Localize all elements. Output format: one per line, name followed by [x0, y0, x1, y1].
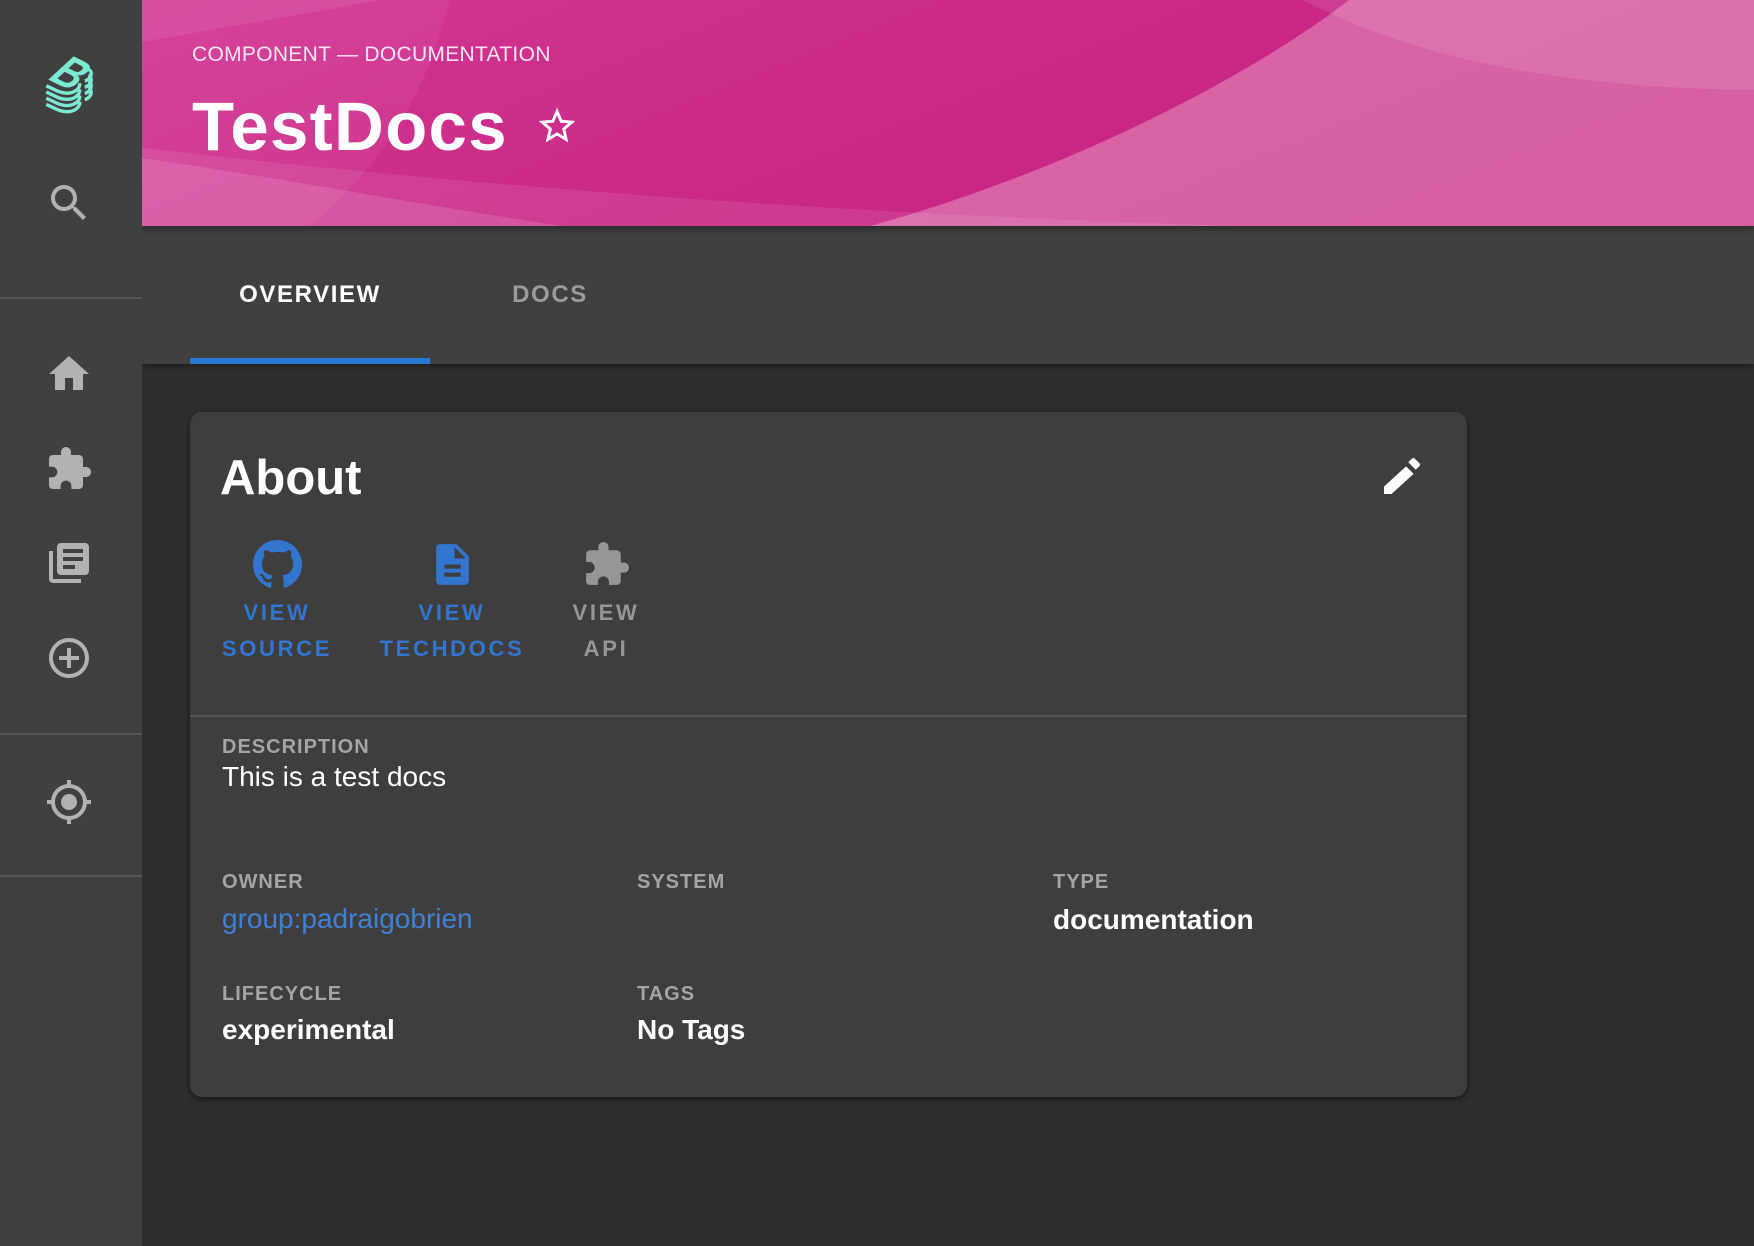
svg-text:B: B [38, 48, 105, 99]
